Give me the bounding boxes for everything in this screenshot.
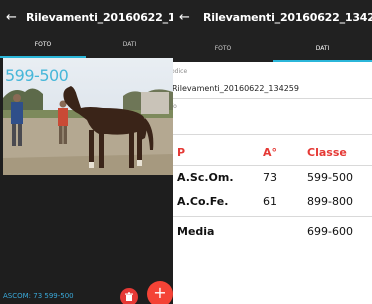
- add-button[interactable]: +: [147, 281, 173, 304]
- tab-dati[interactable]: DATI: [273, 38, 372, 62]
- app-title: Rilevamenti_20160622_134259: [26, 11, 173, 24]
- back-arrow-icon[interactable]: ←: [6, 10, 17, 26]
- trash-icon: [125, 292, 133, 301]
- code-field[interactable]: Rilevamenti_20160622_134259: [173, 84, 299, 93]
- row-label: A.Co.Fe.: [177, 195, 229, 208]
- tab-foto[interactable]: FOTO: [173, 38, 273, 62]
- row-classe: 599-500: [307, 171, 353, 184]
- photo-class-overlay: 599-500: [5, 66, 69, 85]
- row-label: A.Sc.Om.: [177, 171, 234, 184]
- photo-panel: ← Rilevamenti_20160622_134259 FOTO DATI: [0, 0, 173, 304]
- tab-foto[interactable]: FOTO: [0, 38, 86, 58]
- table-divider: [173, 165, 372, 166]
- horse-photo: 599-500: [3, 58, 173, 175]
- app-bar: ← Rilevamenti_20160622_134259: [173, 0, 372, 38]
- info-field-underline[interactable]: [173, 134, 372, 135]
- back-arrow-icon[interactable]: ←: [179, 10, 190, 26]
- info-field-label: fo: [173, 103, 177, 110]
- app-title: Rilevamenti_20160622_134259: [203, 11, 372, 24]
- row-classe: 899-800: [307, 195, 353, 208]
- table-divider: [173, 216, 372, 217]
- row-angle: 61: [263, 195, 277, 208]
- tab-bar: FOTO DATI: [173, 38, 372, 62]
- media-label: Media: [177, 225, 215, 238]
- tab-bar: FOTO DATI: [0, 38, 173, 58]
- app-bar: ← Rilevamenti_20160622_134259: [0, 0, 173, 38]
- photo-caption: ASCOM: 73 599-500: [3, 292, 74, 300]
- col-header-classe: Classe: [307, 146, 347, 159]
- screen: ← Rilevamenti_20160622_134259 FOTO DATI: [0, 0, 372, 304]
- row-angle: 73: [263, 171, 277, 184]
- data-panel: ← Rilevamenti_20160622_134259 FOTO DATI …: [173, 0, 372, 304]
- tab-dati[interactable]: DATI: [86, 38, 173, 58]
- delete-button[interactable]: [120, 288, 138, 304]
- code-field-label: odice: [173, 68, 188, 75]
- media-value: 699-600: [307, 225, 353, 238]
- col-header-p: P: [177, 146, 186, 159]
- code-field-underline: [173, 98, 372, 99]
- col-header-angle: A°: [263, 146, 278, 159]
